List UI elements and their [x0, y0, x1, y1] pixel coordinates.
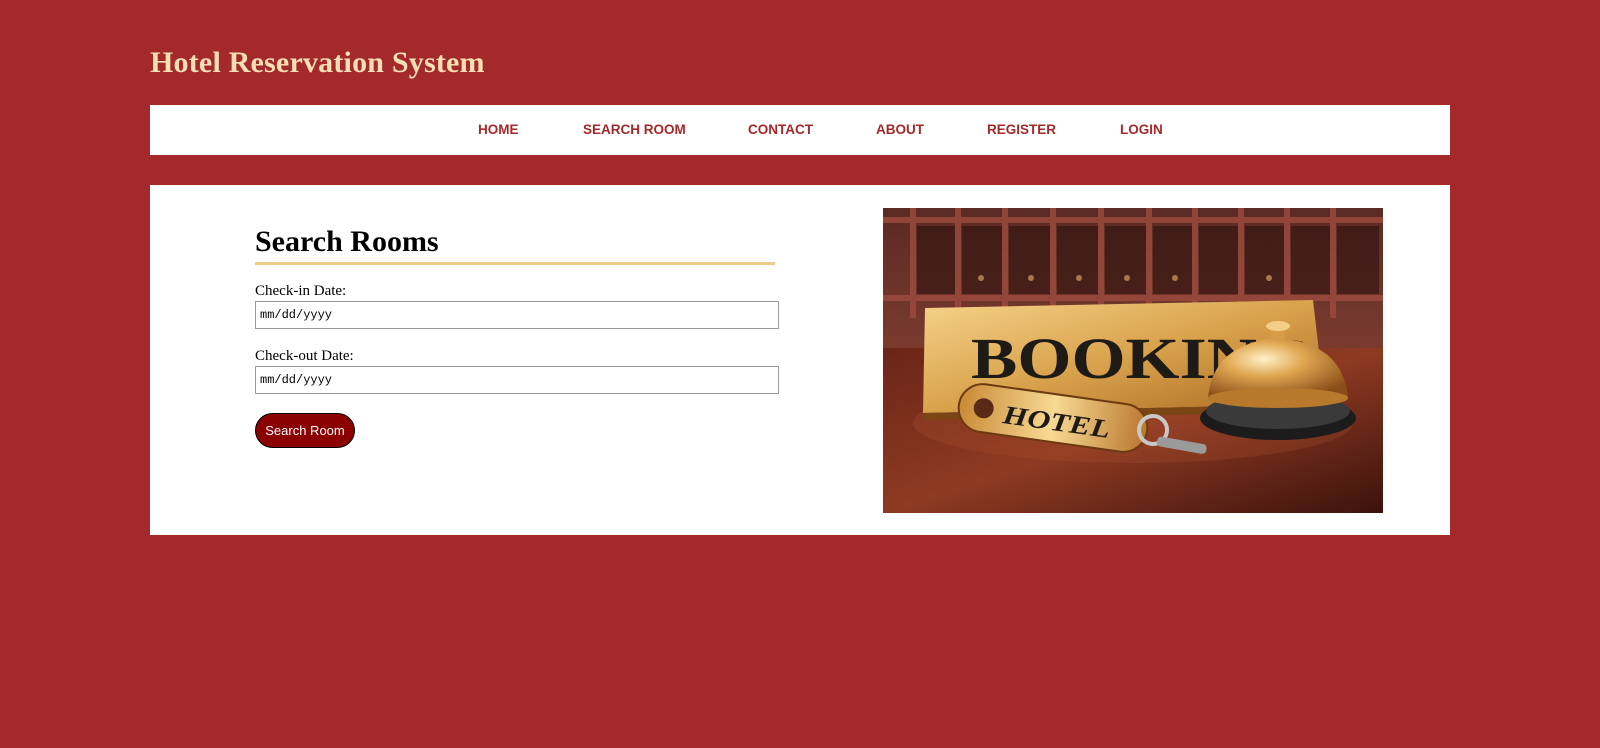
- nav-item-register[interactable]: REGISTER: [987, 122, 1056, 137]
- nav-list: HOME SEARCH ROOM CONTACT ABOUT REGISTER …: [150, 105, 1450, 155]
- search-rooms-heading: Search Rooms: [255, 225, 439, 258]
- checkout-date-input[interactable]: mm/dd/yyyy: [255, 366, 779, 394]
- nav-item-about[interactable]: ABOUT: [876, 122, 924, 137]
- checkin-date-input[interactable]: mm/dd/yyyy: [255, 301, 779, 329]
- main-navbar: HOME SEARCH ROOM CONTACT ABOUT REGISTER …: [150, 105, 1450, 155]
- nav-item-contact[interactable]: CONTACT: [748, 122, 813, 137]
- hotel-booking-image: BOOKING HOTEL: [883, 208, 1383, 513]
- nav-item-home[interactable]: HOME: [478, 122, 519, 137]
- nav-item-search-room[interactable]: SEARCH ROOM: [583, 122, 686, 137]
- heading-underline: [255, 262, 775, 265]
- nav-item-login[interactable]: LOGIN: [1120, 122, 1163, 137]
- checkin-date-label: Check-in Date:: [255, 283, 347, 299]
- search-room-button[interactable]: Search Room: [255, 413, 355, 448]
- content-panel: Search Rooms Check-in Date: mm/dd/yyyy C…: [150, 185, 1450, 535]
- checkout-date-label: Check-out Date:: [255, 348, 354, 364]
- site-title: Hotel Reservation System: [150, 46, 485, 79]
